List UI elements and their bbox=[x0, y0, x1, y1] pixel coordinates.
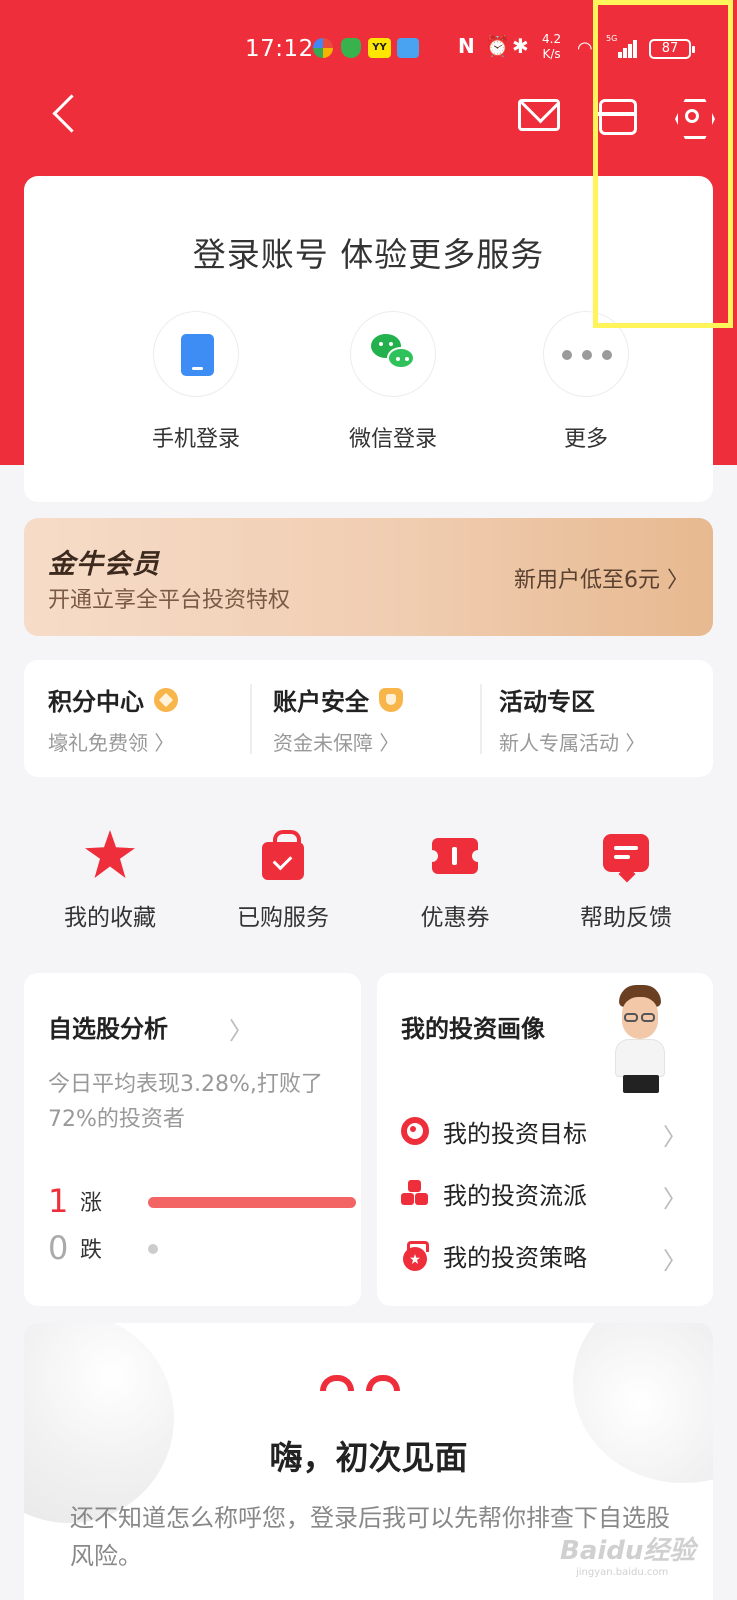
investment-style-label: 我的投资流派 bbox=[443, 1181, 587, 1210]
chevron-right-icon: 〉 bbox=[663, 1185, 687, 1213]
favorites-button[interactable]: 我的收藏 bbox=[35, 830, 185, 932]
phone-login-circle bbox=[153, 311, 239, 397]
cubes-icon bbox=[401, 1179, 429, 1207]
alarm-icon: ⏰ bbox=[485, 34, 510, 58]
investment-profile-card: 我的投资画像 我的投资目标 〉 我的投资流派 〉 我的投资策略 〉 bbox=[377, 973, 713, 1306]
points-center-link[interactable]: 积分中心 壕礼免费领 〉 bbox=[48, 682, 268, 756]
events-zone-title: 活动专区 bbox=[499, 688, 595, 716]
yy-notification-icon: YY bbox=[368, 38, 391, 58]
coupons-label: 优惠券 bbox=[420, 905, 490, 931]
favorites-label: 我的收藏 bbox=[64, 905, 156, 931]
vip-cta[interactable]: 新用户低至6元 〉 bbox=[514, 562, 689, 594]
vip-subtitle: 开通立享全平台投资特权 bbox=[48, 588, 291, 613]
investment-goal-label: 我的投资目标 bbox=[443, 1119, 587, 1148]
events-zone-link[interactable]: 活动专区 新人专属活动 〉 bbox=[499, 682, 719, 756]
help-feedback-button[interactable]: 帮助反馈 bbox=[551, 830, 701, 932]
weather-notification-icon bbox=[397, 38, 419, 58]
investment-goal-item[interactable]: 我的投资目标 〉 bbox=[401, 1111, 691, 1151]
more-login-label: 更多 bbox=[563, 427, 608, 452]
up-row: 1 涨 bbox=[48, 1181, 356, 1221]
purchased-services-label: 已购服务 bbox=[237, 905, 329, 931]
more-login-button[interactable]: 更多 bbox=[506, 311, 666, 453]
status-time: 17:12 bbox=[245, 36, 314, 62]
medal-icon bbox=[401, 1241, 429, 1271]
chevron-right-icon: 〉 bbox=[229, 1017, 253, 1045]
down-label: 跌 bbox=[80, 1238, 103, 1263]
greeting-title: 嗨，初次见面 bbox=[269, 1438, 468, 1477]
up-progress-bar bbox=[148, 1197, 356, 1208]
points-center-sub: 壕礼免费领 〉 bbox=[48, 731, 175, 755]
down-count: 0 bbox=[48, 1229, 69, 1267]
investment-style-item[interactable]: 我的投资流派 〉 bbox=[401, 1173, 691, 1213]
chevron-right-icon: 〉 bbox=[663, 1247, 687, 1275]
watchlist-analysis-card[interactable]: 自选股分析 〉 今日平均表现3.28%,打败了72%的投资者 1 涨 0 跌 bbox=[24, 973, 361, 1306]
network-speed-unit: K/s bbox=[542, 47, 561, 61]
analysis-description: 今日平均表现3.28%,打败了72%的投资者 bbox=[48, 1072, 323, 1132]
smiling-eyes-icon bbox=[320, 1375, 420, 1395]
back-arrow-icon[interactable] bbox=[48, 92, 88, 136]
watermark-sub: jingyan.baidu.com bbox=[576, 1567, 669, 1578]
wechat-login-button[interactable]: 微信登录 bbox=[313, 311, 473, 453]
vip-title: 金牛会员 bbox=[48, 549, 160, 580]
nfc-icon: N bbox=[458, 34, 475, 58]
more-dots-icon bbox=[562, 350, 612, 360]
divider bbox=[480, 684, 482, 754]
investment-strategy-label: 我的投资策略 bbox=[443, 1243, 587, 1272]
feedback-icon bbox=[603, 834, 649, 872]
analysis-title: 自选股分析 bbox=[48, 1015, 168, 1043]
star-icon bbox=[85, 830, 135, 878]
highlight-annotation bbox=[593, 0, 733, 328]
wifi-icon: ◠ bbox=[577, 38, 593, 59]
down-progress-dot bbox=[148, 1244, 158, 1254]
watermark-text: Baidu经验 bbox=[560, 1536, 696, 1566]
phone-login-button[interactable]: 手机登录 bbox=[116, 311, 276, 453]
account-security-title: 账户安全 bbox=[273, 688, 369, 716]
target-icon bbox=[401, 1117, 429, 1145]
vip-banner[interactable]: 金牛会员 开通立享全平台投资特权 新用户低至6元 〉 bbox=[24, 518, 713, 636]
shopping-bag-icon bbox=[262, 830, 304, 880]
network-speed-value: 4.2 bbox=[542, 32, 562, 46]
account-security-link[interactable]: 账户安全 资金未保障 〉 bbox=[273, 682, 493, 756]
quick-links: 积分中心 壕礼免费领 〉 账户安全 资金未保障 〉 活动专区 新人专属活动 〉 bbox=[24, 660, 713, 777]
up-label: 涨 bbox=[80, 1191, 103, 1216]
mail-icon[interactable] bbox=[518, 99, 560, 131]
down-row: 0 跌 bbox=[48, 1228, 338, 1268]
wechat-login-circle bbox=[350, 311, 436, 397]
diamond-badge-icon bbox=[154, 687, 178, 712]
avatar bbox=[611, 983, 671, 1093]
coupons-button[interactable]: 优惠券 bbox=[380, 830, 530, 932]
wechat-icon bbox=[371, 334, 417, 376]
shield-notification-icon bbox=[341, 38, 361, 58]
coupon-icon bbox=[426, 838, 484, 874]
shield-badge-icon bbox=[379, 687, 403, 712]
account-security-sub: 资金未保障 〉 bbox=[273, 731, 400, 755]
up-count: 1 bbox=[48, 1182, 69, 1220]
profile-title: 我的投资画像 bbox=[401, 1015, 545, 1043]
phone-login-label: 手机登录 bbox=[151, 427, 240, 452]
app-notification-icon bbox=[313, 38, 333, 58]
decorative-sphere bbox=[24, 1323, 174, 1523]
purchased-services-button[interactable]: 已购服务 bbox=[208, 830, 358, 932]
help-feedback-label: 帮助反馈 bbox=[580, 905, 672, 931]
wechat-login-label: 微信登录 bbox=[348, 427, 437, 452]
chevron-right-icon: 〉 bbox=[663, 1123, 687, 1151]
network-speed: 4.2 K/s bbox=[542, 32, 561, 62]
events-zone-sub: 新人专属活动 〉 bbox=[499, 731, 646, 755]
watermark: Baidu经验 jingyan.baidu.com bbox=[560, 1530, 695, 1578]
phone-icon bbox=[181, 334, 214, 376]
investment-strategy-item[interactable]: 我的投资策略 〉 bbox=[401, 1235, 691, 1275]
divider bbox=[250, 684, 252, 754]
bluetooth-icon: ✱ bbox=[512, 34, 529, 58]
points-center-title: 积分中心 bbox=[48, 688, 144, 716]
